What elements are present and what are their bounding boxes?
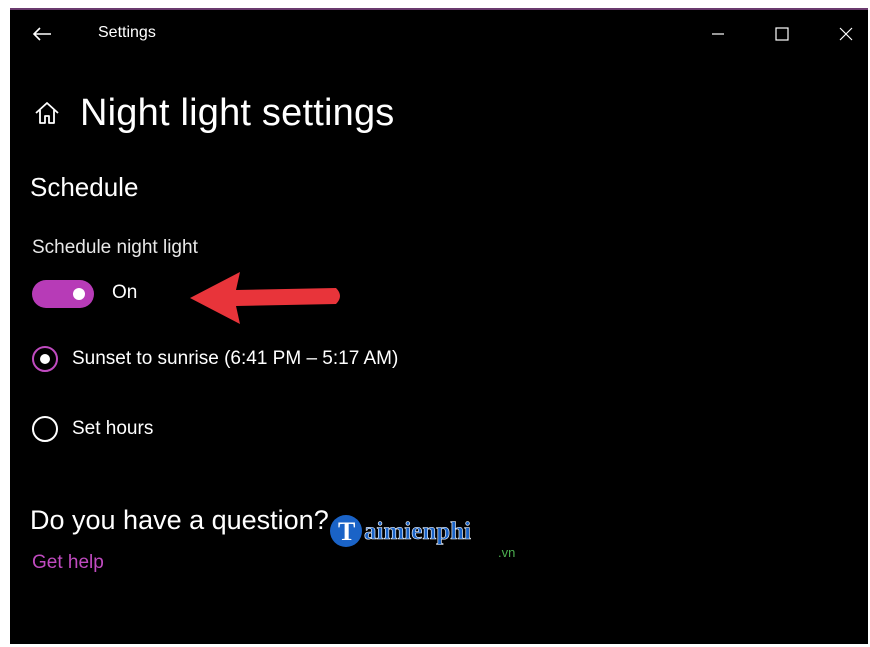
maximize-icon xyxy=(775,27,789,41)
watermark-domain: .vn xyxy=(498,545,515,560)
radio-dot xyxy=(40,354,50,364)
annotation-arrow-icon xyxy=(190,272,340,324)
toggle-knob xyxy=(73,288,85,300)
schedule-night-light-toggle[interactable] xyxy=(32,280,94,308)
radio-set-hours[interactable]: Set hours xyxy=(32,414,153,444)
home-button[interactable] xyxy=(32,98,62,128)
close-icon xyxy=(839,27,853,41)
schedule-toggle-label: Schedule night light xyxy=(32,237,198,258)
help-question: Do you have a question? xyxy=(30,505,329,535)
close-button[interactable] xyxy=(826,18,866,50)
back-arrow-icon xyxy=(32,27,51,41)
settings-window: Settings Night light settings Schedule S… xyxy=(10,8,868,644)
get-help-link[interactable]: Get help xyxy=(32,552,104,574)
watermark-brand: aimienphi xyxy=(364,518,471,545)
svg-text:T: T xyxy=(338,517,355,546)
minimize-button[interactable] xyxy=(698,18,738,50)
schedule-section-title: Schedule xyxy=(30,172,139,202)
maximize-button[interactable] xyxy=(762,18,802,50)
page-header: Night light settings xyxy=(32,88,395,138)
app-title: Settings xyxy=(98,24,156,41)
minimize-icon xyxy=(712,33,724,35)
title-bar: Settings xyxy=(10,10,868,58)
page-title: Night light settings xyxy=(80,91,395,134)
radio-sunset-to-sunrise[interactable]: Sunset to sunrise (6:41 PM – 5:17 AM) xyxy=(32,344,398,374)
taimienphi-watermark-logo: T aimienphi .vn xyxy=(330,515,515,560)
radio-button-checked xyxy=(32,346,58,372)
radio-label-sunset: Sunset to sunrise (6:41 PM – 5:17 AM) xyxy=(72,348,399,369)
radio-label-set-hours: Set hours xyxy=(72,418,154,439)
back-button[interactable] xyxy=(28,22,56,46)
radio-button-unchecked xyxy=(32,416,58,442)
toggle-state-label: On xyxy=(112,282,138,303)
home-icon xyxy=(35,102,59,124)
